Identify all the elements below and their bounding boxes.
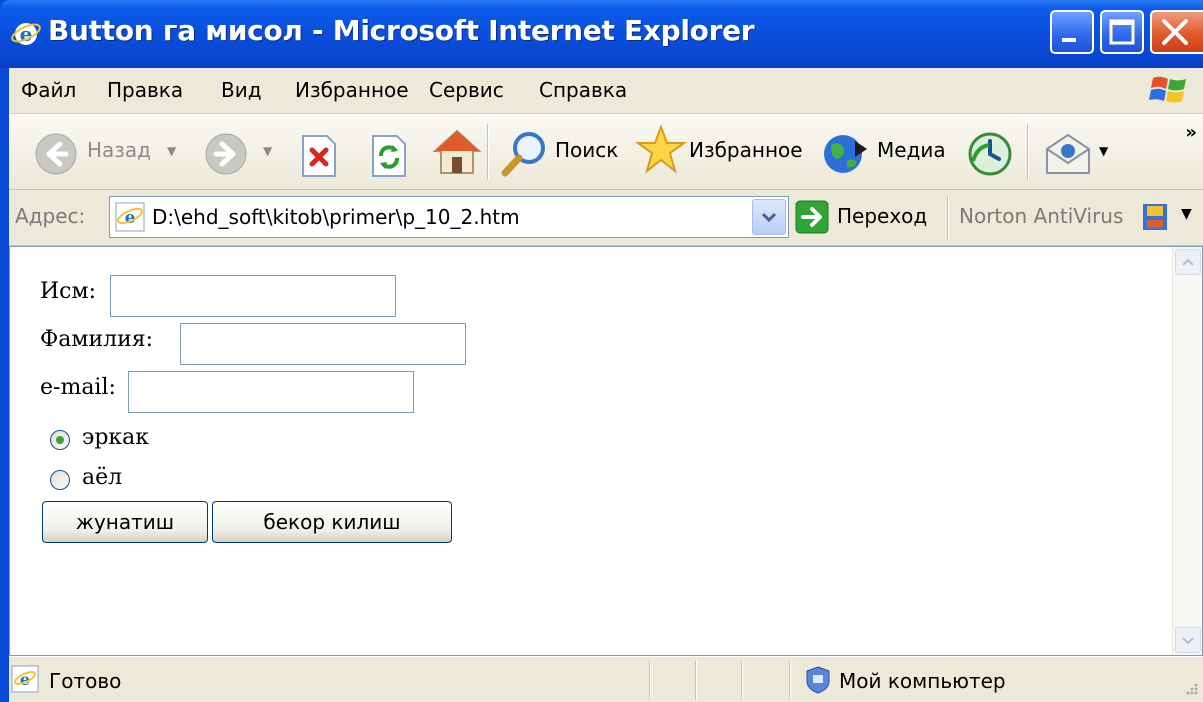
home-icon[interactable] <box>431 124 483 180</box>
vertical-scrollbar[interactable] <box>1172 247 1202 655</box>
status-text: Готово <box>49 669 122 693</box>
close-icon <box>1162 19 1188 45</box>
toolbar: Назад ▼ ▼ Поиск Избранное Медиа ▼ » <box>9 114 1203 190</box>
address-label: Адрес: <box>15 204 86 228</box>
maximize-icon <box>1109 19 1135 45</box>
go-label: Переход <box>837 204 928 228</box>
radio-female[interactable] <box>50 470 70 490</box>
surname-label: Фамилия: <box>40 327 154 352</box>
menu-file[interactable]: Файл <box>21 78 76 102</box>
norton-antivirus-icon[interactable] <box>1141 202 1169 232</box>
email-input[interactable] <box>128 371 414 413</box>
menu-bar: Файл Правка Вид Избранное Сервис Справка <box>9 68 1203 114</box>
chevron-down-icon <box>1182 637 1194 645</box>
media-globe-icon <box>824 135 867 173</box>
ie-logo-icon: e <box>11 22 41 46</box>
history-icon[interactable] <box>967 126 1013 182</box>
minimize-button[interactable] <box>1050 10 1094 54</box>
address-bar: Адрес: e D:\ehd_soft\kitob\primer\p_10_2… <box>9 190 1203 246</box>
window-title: Button га мисол - Microsoft Internet Exp… <box>48 14 755 47</box>
email-label: e-mail: <box>40 375 116 400</box>
surname-input[interactable] <box>180 323 466 365</box>
status-bar: e Готово Мой компьютер <box>9 656 1203 702</box>
name-label: Исм: <box>40 279 97 304</box>
scroll-down-button[interactable] <box>1175 627 1201 653</box>
title-bar[interactable]: e Button га мисол - Microsoft Internet E… <box>0 0 1203 68</box>
norton-antivirus-label[interactable]: Norton AntiVirus <box>959 204 1123 228</box>
menu-edit[interactable]: Правка <box>107 78 183 102</box>
star-icon <box>635 124 687 174</box>
menu-help[interactable]: Справка <box>539 78 627 102</box>
back-dropdown-icon[interactable]: ▼ <box>167 144 176 158</box>
page-done-icon: e <box>11 665 39 693</box>
address-field[interactable]: e D:\ehd_soft\kitob\primer\p_10_2.htm <box>109 196 789 238</box>
search-label: Поиск <box>555 138 619 162</box>
mail-icon <box>1046 133 1090 174</box>
menu-tools[interactable]: Сервис <box>429 78 504 102</box>
page-content: Исм: Фамилия: e-mail: эркак аёл жунатиш … <box>9 246 1203 656</box>
search-icon <box>501 132 545 177</box>
toolbar-separator-2 <box>1027 124 1029 180</box>
menu-view[interactable]: Вид <box>221 78 262 102</box>
address-separator <box>947 196 949 240</box>
norton-dropdown-icon[interactable]: ▼ <box>1181 206 1192 222</box>
radio-male[interactable] <box>50 430 70 450</box>
submit-button[interactable]: жунатиш <box>42 501 208 543</box>
page-ie-icon: e <box>115 202 145 232</box>
menu-favorites[interactable]: Избранное <box>295 78 409 102</box>
address-url: D:\ehd_soft\kitob\primer\p_10_2.htm <box>152 205 520 229</box>
forward-arrow-icon <box>205 133 247 175</box>
address-dropdown-button[interactable] <box>752 199 786 235</box>
forward-dropdown-icon[interactable]: ▼ <box>263 144 272 158</box>
mail-dropdown-icon[interactable]: ▼ <box>1099 144 1108 158</box>
chevron-up-icon <box>1182 258 1194 266</box>
favorites-label: Избранное <box>689 138 803 162</box>
maximize-button[interactable] <box>1100 10 1144 54</box>
status-separator <box>789 661 791 699</box>
toolbar-separator <box>487 124 489 180</box>
reset-button[interactable]: бекор килиш <box>212 501 452 543</box>
close-button[interactable] <box>1150 10 1203 54</box>
media-label: Медиа <box>877 138 946 162</box>
toolbar-overflow-chevron[interactable]: » <box>1185 122 1197 143</box>
status-separator <box>741 661 743 699</box>
stop-icon[interactable] <box>299 128 339 184</box>
scroll-up-button[interactable] <box>1175 249 1201 275</box>
minimize-icon <box>1062 38 1076 42</box>
status-separator <box>649 661 651 699</box>
radio-male-label: эркак <box>82 425 150 450</box>
my-computer-icon <box>806 666 830 694</box>
radio-female-label: аёл <box>82 465 123 490</box>
resize-grip-icon[interactable] <box>1181 680 1199 698</box>
back-label: Назад <box>87 138 152 162</box>
radio-selected-dot <box>56 436 64 444</box>
windows-logo-icon <box>1149 76 1186 103</box>
back-arrow-icon <box>35 133 77 175</box>
security-zone-text: Мой компьютер <box>839 669 1006 693</box>
chevron-down-icon <box>761 212 777 223</box>
refresh-icon[interactable] <box>369 128 409 184</box>
name-input[interactable] <box>110 275 396 317</box>
browser-window: e Button га мисол - Microsoft Internet E… <box>0 0 1203 702</box>
go-arrow-icon <box>795 200 829 234</box>
status-separator <box>695 661 697 699</box>
